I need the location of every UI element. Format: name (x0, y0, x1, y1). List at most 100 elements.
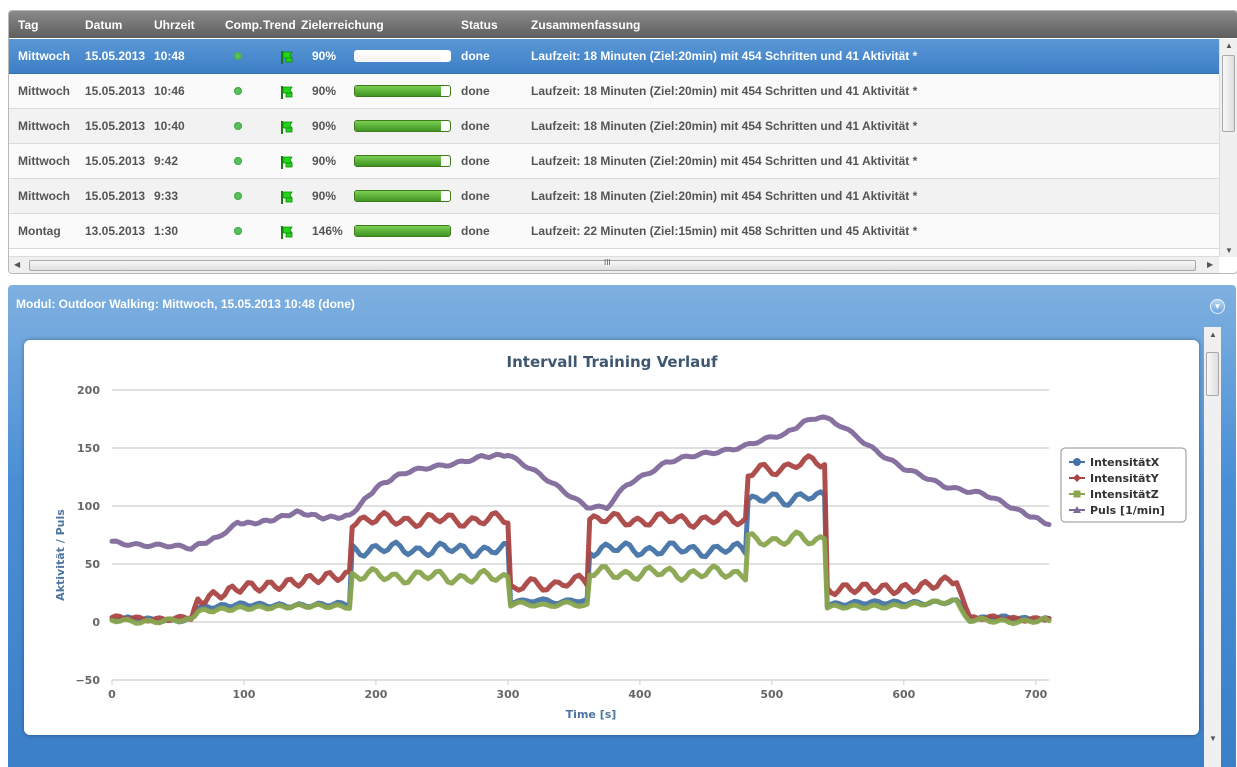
y-axis-label: Aktivität / Puls (54, 509, 67, 601)
scroll-up-arrow-icon[interactable]: ▲ (1225, 41, 1233, 50)
cell-status: done (461, 49, 490, 63)
legend-label: IntensitätZ (1090, 488, 1159, 501)
cell-datum: 15.05.2013 (85, 189, 146, 203)
trend-flag-icon (281, 51, 293, 64)
cell-status: done (461, 84, 490, 98)
cell-zielerreichung-percent: 90% (312, 49, 337, 63)
cell-datum: 15.05.2013 (85, 119, 146, 133)
cell-uhrzeit: 10:48 (154, 49, 185, 63)
panel-vertical-scrollbar[interactable]: ▲ ▼ (1204, 327, 1221, 767)
progress-fill (355, 86, 441, 96)
scroll-right-arrow-icon[interactable]: ▶ (1207, 260, 1213, 269)
legend-marker-square (1073, 490, 1081, 498)
cell-summary: Laufzeit: 18 Minuten (Ziel:20min) mit 45… (531, 154, 918, 168)
cell-summary: Laufzeit: 18 Minuten (Ziel:20min) mit 45… (531, 119, 918, 133)
trend-flag-icon (281, 156, 293, 169)
legend-marker-circle (1073, 458, 1081, 466)
grid-horizontal-scroll-thumb[interactable] (29, 260, 1196, 271)
chart-title: Intervall Training Verlauf (507, 353, 718, 371)
progress-bar (354, 190, 451, 202)
trend-flag-icon (281, 226, 293, 239)
progress-fill (355, 191, 441, 201)
grid-header: Tag Datum Uhrzeit Comp. Trend Zielerreic… (9, 11, 1237, 38)
col-header-tag[interactable]: Tag (18, 18, 38, 32)
col-header-zielerreichung[interactable]: Zielerreichung (301, 18, 384, 32)
cell-summary: Laufzeit: 22 Minuten (Ziel:15min) mit 45… (531, 224, 918, 238)
scroll-up-arrow-icon[interactable]: ▲ (1209, 330, 1217, 339)
progress-bar (354, 50, 451, 62)
trend-flag-icon (281, 121, 293, 134)
table-row[interactable]: Mittwoch 15.05.2013 9:42 90% done Laufzeit: 1… (9, 144, 1219, 179)
col-header-uhrzeit[interactable]: Uhrzeit (154, 18, 195, 32)
cell-summary: Laufzeit: 18 Minuten (Ziel:20min) mit 45… (531, 49, 918, 63)
col-header-zusammenfassung[interactable]: Zusammenfassung (531, 18, 640, 32)
y-tick-label: 0 (92, 616, 100, 629)
cell-tag: Mittwoch (18, 119, 70, 133)
table-row[interactable]: Mittwoch 15.05.2013 9:33 90% done Laufzeit: 1… (9, 179, 1219, 214)
progress-bar (354, 225, 451, 237)
table-row[interactable]: Mittwoch 15.05.2013 10:40 90% done Laufzeit: … (9, 109, 1219, 144)
status-dot-icon (234, 192, 242, 200)
series-line-puls (109, 414, 1052, 552)
col-header-trend[interactable]: Trend (263, 18, 296, 32)
training-chart: Intervall Training Verlauf −50 0 50 100 150 20… (54, 353, 1187, 721)
panel-title: Modul: Outdoor Walking: Mittwoch, 15.05.… (16, 297, 355, 311)
col-header-datum[interactable]: Datum (85, 18, 122, 32)
col-header-comp[interactable]: Comp. (225, 18, 262, 32)
cell-tag: Mittwoch (18, 189, 70, 203)
cell-uhrzeit: 9:42 (154, 154, 179, 168)
cell-uhrzeit: 10:46 (154, 84, 185, 98)
y-tick-label: 100 (77, 500, 100, 513)
collapse-chevron-icon[interactable]: ▼ (1210, 299, 1225, 314)
x-tick-label: 200 (364, 688, 387, 701)
x-tick-label: 300 (496, 688, 519, 701)
progress-fill (355, 156, 441, 166)
scroll-down-arrow-icon[interactable]: ▼ (1209, 734, 1217, 743)
cell-zielerreichung-percent: 146% (312, 224, 343, 238)
progress-bar (354, 85, 451, 97)
cell-status: done (461, 119, 490, 133)
x-tick-label: 100 (232, 688, 255, 701)
progress-fill (355, 226, 450, 236)
module-panel: Modul: Outdoor Walking: Mittwoch, 15.05.… (8, 285, 1236, 767)
x-tick-label: 0 (108, 688, 116, 701)
table-row[interactable]: Montag 13.05.2013 1:30 146% done Laufzeit: 22… (9, 214, 1219, 249)
cell-uhrzeit: 10:40 (154, 119, 185, 133)
trend-flag-icon (281, 191, 293, 204)
cell-zielerreichung-percent: 90% (312, 119, 337, 133)
legend-label: IntensitätX (1090, 456, 1160, 469)
y-tick-label: 200 (77, 384, 100, 397)
panel-vertical-scroll-thumb[interactable] (1206, 352, 1219, 396)
col-header-status[interactable]: Status (461, 18, 498, 32)
cell-tag: Montag (18, 224, 61, 238)
x-axis-label: Time [s] (566, 708, 617, 721)
table-row[interactable]: Mittwoch 15.05.2013 10:48 90% done Laufzeit: … (9, 39, 1219, 74)
cell-zielerreichung-percent: 90% (312, 189, 337, 203)
cell-status: done (461, 154, 490, 168)
progress-bar (354, 155, 451, 167)
cell-datum: 15.05.2013 (85, 49, 146, 63)
legend-label: Puls [1/min] (1090, 504, 1165, 517)
status-dot-icon (234, 157, 242, 165)
x-tick-label: 600 (892, 688, 915, 701)
status-dot-icon (234, 52, 242, 60)
grid-vertical-scrollbar[interactable]: ▲ ▼ (1219, 39, 1237, 257)
x-tick-label: 400 (628, 688, 651, 701)
cell-tag: Mittwoch (18, 84, 70, 98)
cell-uhrzeit: 9:33 (154, 189, 179, 203)
series-line-y (109, 453, 1052, 624)
grid-body: Mittwoch 15.05.2013 10:48 90% done Laufzeit: … (9, 39, 1219, 257)
cell-summary: Laufzeit: 18 Minuten (Ziel:20min) mit 45… (531, 189, 918, 203)
scroll-down-arrow-icon[interactable]: ▼ (1225, 246, 1233, 255)
table-row[interactable]: Mittwoch 15.05.2013 10:46 90% done Laufzeit: … (9, 74, 1219, 109)
grid-vertical-scroll-thumb[interactable] (1222, 55, 1235, 132)
progress-bar (354, 120, 451, 132)
x-tick-label: 700 (1024, 688, 1047, 701)
cell-tag: Mittwoch (18, 49, 70, 63)
cell-datum: 15.05.2013 (85, 84, 146, 98)
scroll-grip-icon: III (604, 258, 611, 267)
chart-card: Intervall Training Verlauf −50 0 50 100 150 20… (24, 340, 1199, 735)
grid-horizontal-scrollbar[interactable]: ◀ III ▶ (9, 256, 1219, 273)
scroll-left-arrow-icon[interactable]: ◀ (14, 260, 20, 269)
status-dot-icon (234, 122, 242, 130)
